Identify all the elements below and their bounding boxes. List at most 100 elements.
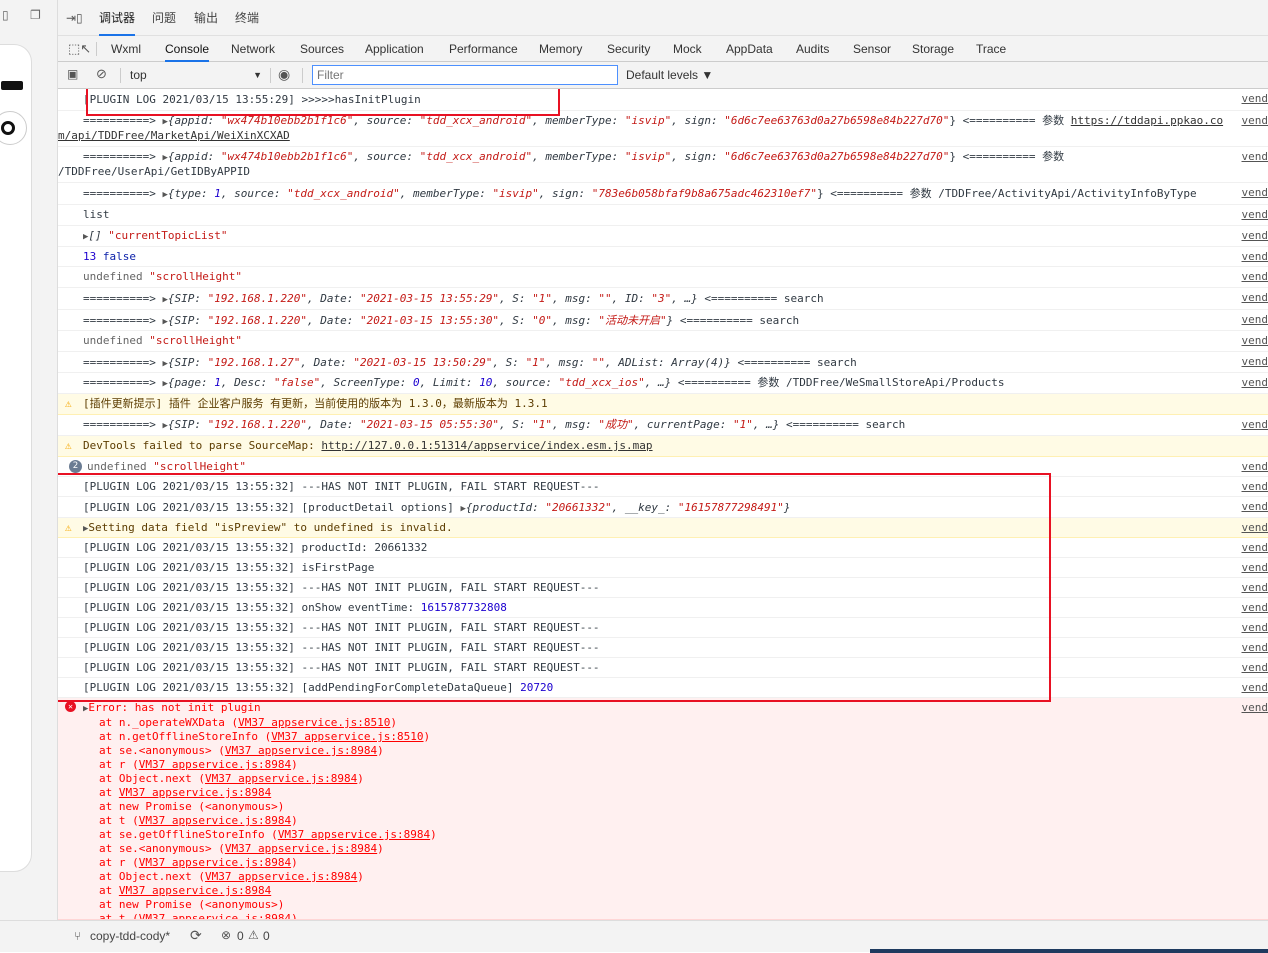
source-link[interactable]: vend	[1239, 500, 1268, 514]
tab-issues[interactable]: 问题	[152, 0, 176, 36]
console-log[interactable]: [PLUGIN LOG 2021/03/15 13:55:29] >>>>>ha…	[58, 89, 1268, 920]
stack-source-link[interactable]: VM37 appservice.js:8984	[205, 870, 357, 883]
tab-memory[interactable]: Memory	[539, 36, 582, 62]
window-icon[interactable]: ▯	[2, 8, 9, 22]
source-link[interactable]: vend	[1239, 186, 1268, 200]
tab-appdata[interactable]: AppData	[726, 36, 773, 62]
source-link[interactable]: vend	[1239, 92, 1268, 106]
source-link[interactable]: vend	[1239, 701, 1268, 715]
tab-debugger[interactable]: 调试器	[99, 0, 135, 36]
tab-sensor[interactable]: Sensor	[853, 36, 891, 62]
phone-simulator[interactable]	[0, 44, 32, 872]
tab-output[interactable]: 输出	[194, 0, 218, 36]
context-value: top	[130, 68, 147, 82]
tab-sources[interactable]: Sources	[300, 36, 344, 62]
stack-source-link[interactable]: VM37 appservice.js:8510	[271, 730, 423, 743]
branch-name[interactable]: copy-tdd-cody*	[90, 929, 170, 943]
log-row: [PLUGIN LOG 2021/03/15 13:55:32] product…	[58, 538, 1268, 558]
clear-console-icon[interactable]: ⊘	[96, 66, 107, 82]
source-link[interactable]: vend	[1239, 376, 1268, 390]
caret-down-icon: ▼	[253, 66, 262, 84]
stack-source-link[interactable]: VM37 appservice.js:8984	[225, 744, 377, 757]
source-link[interactable]: vend	[1239, 229, 1268, 243]
source-link[interactable]: vend	[1239, 355, 1268, 369]
record-icon	[1, 121, 15, 135]
stack-source-link[interactable]: VM37 appservice.js:8984	[225, 842, 377, 855]
error-count-icon[interactable]: ⊗	[221, 928, 231, 942]
url-link[interactable]: m/api/TDDFree/MarketApi/WeiXinXCXAD	[58, 129, 290, 142]
filter-input[interactable]	[312, 65, 618, 85]
restore-window-icon[interactable]: ❐	[30, 8, 41, 22]
tab-mock[interactable]: Mock	[673, 36, 702, 62]
sync-icon[interactable]: ⟳	[190, 927, 202, 944]
stack-source-link[interactable]: VM37 appservice.js:8984	[139, 856, 291, 869]
sidebar-toggle-icon[interactable]: ▣	[67, 67, 78, 81]
tab-audits[interactable]: Audits	[796, 36, 829, 62]
source-link[interactable]: vend	[1239, 641, 1268, 655]
tab-trace[interactable]: Trace	[976, 36, 1006, 62]
source-link[interactable]: vend	[1239, 541, 1268, 555]
source-link[interactable]: vend	[1239, 601, 1268, 615]
context-selector[interactable]: top ▼	[124, 66, 264, 84]
warning-count-icon[interactable]: ⚠	[248, 928, 259, 942]
divider	[270, 68, 271, 83]
source-link[interactable]: vend	[1239, 418, 1268, 432]
source-link[interactable]: vend	[1239, 581, 1268, 595]
source-link[interactable]: vend	[1239, 291, 1268, 305]
log-levels-dropdown[interactable]: Default levels ▼	[626, 68, 713, 82]
source-link[interactable]: vend	[1239, 334, 1268, 348]
stack-source-link[interactable]: VM37 appservice.js:8984	[139, 912, 291, 920]
stack-source-link[interactable]: VM37 appservice.js:8984	[139, 758, 291, 771]
top-tab-bar: ⇥▯ 调试器 问题 输出 终端	[58, 0, 1268, 36]
stack-source-link[interactable]: VM37 appservice.js:8510	[238, 716, 390, 729]
dock-side-icon[interactable]: ⇥▯	[66, 11, 83, 25]
inspect-element-icon[interactable]: ⬚↖	[68, 41, 91, 57]
source-link[interactable]: vend	[1239, 114, 1268, 128]
source-link[interactable]: vend	[1239, 621, 1268, 635]
log-row: [PLUGIN LOG 2021/03/15 13:55:29] >>>>>ha…	[58, 89, 1268, 111]
tab-console[interactable]: Console	[165, 36, 209, 62]
source-link[interactable]: vend	[1239, 250, 1268, 264]
source-link[interactable]: vend	[1239, 561, 1268, 575]
source-link[interactable]: vend	[1239, 208, 1268, 222]
stack-frame: at Object.next (VM37 appservice.js:8984)	[83, 870, 1268, 884]
stack-frame: at n.getOfflineStoreInfo (VM37 appservic…	[83, 730, 1268, 744]
battery-icon	[1, 81, 23, 90]
stack-source-link[interactable]: VM37 appservice.js:8984	[139, 814, 291, 827]
log-row: undefined "scrollHeight"vend	[58, 267, 1268, 288]
live-expression-eye-icon[interactable]: ◉	[278, 66, 290, 83]
source-link[interactable]: vend	[1239, 270, 1268, 284]
log-row: [PLUGIN LOG 2021/03/15 13:55:32] onShow …	[58, 598, 1268, 618]
log-row: [PLUGIN LOG 2021/03/15 13:55:32] ---HAS …	[58, 477, 1268, 497]
tab-application[interactable]: Application	[365, 36, 424, 62]
stack-frame: at new Promise (<anonymous>)	[83, 800, 1268, 814]
log-row: ==========> ▶{SIP: "192.168.1.27", Date:…	[58, 352, 1268, 373]
url-link[interactable]: https://tddapi.ppkao.co	[1071, 114, 1223, 127]
stack-source-link[interactable]: VM37 appservice.js:8984	[119, 786, 271, 799]
source-link[interactable]: vend	[1239, 521, 1268, 535]
sourcemap-link[interactable]: http://127.0.0.1:51314/appservice/index.…	[321, 439, 652, 452]
tab-security[interactable]: Security	[607, 36, 650, 62]
divider	[302, 68, 303, 83]
source-link[interactable]: vend	[1239, 480, 1268, 494]
tab-terminal[interactable]: 终端	[235, 0, 259, 36]
tab-performance[interactable]: Performance	[449, 36, 518, 62]
stack-source-link[interactable]: VM37 appservice.js:8984	[119, 884, 271, 897]
source-link[interactable]: vend	[1239, 313, 1268, 327]
log-row: ==========> ▶{type: 1, source: "tdd_xcx_…	[58, 183, 1268, 205]
stack-source-link[interactable]: VM37 appservice.js:8984	[278, 828, 430, 841]
tab-wxml[interactable]: Wxml	[111, 36, 141, 62]
tab-storage[interactable]: Storage	[912, 36, 954, 62]
tab-network[interactable]: Network	[231, 36, 275, 62]
source-link[interactable]: vend	[1239, 150, 1268, 164]
log-row: ==========> ▶{SIP: "192.168.1.220", Date…	[58, 310, 1268, 331]
capsule-button[interactable]	[0, 111, 27, 145]
source-link[interactable]: vend	[1239, 661, 1268, 675]
stack-frame: at r (VM37 appservice.js:8984)	[83, 758, 1268, 772]
stack-frame: at t (VM37 appservice.js:8984)	[83, 814, 1268, 828]
log-row: ▶[] "currentTopicList"vend	[58, 226, 1268, 247]
taskbar-edge	[870, 949, 1268, 953]
stack-source-link[interactable]: VM37 appservice.js:8984	[205, 772, 357, 785]
source-link[interactable]: vend	[1239, 681, 1268, 695]
source-link[interactable]: vend	[1239, 460, 1268, 474]
